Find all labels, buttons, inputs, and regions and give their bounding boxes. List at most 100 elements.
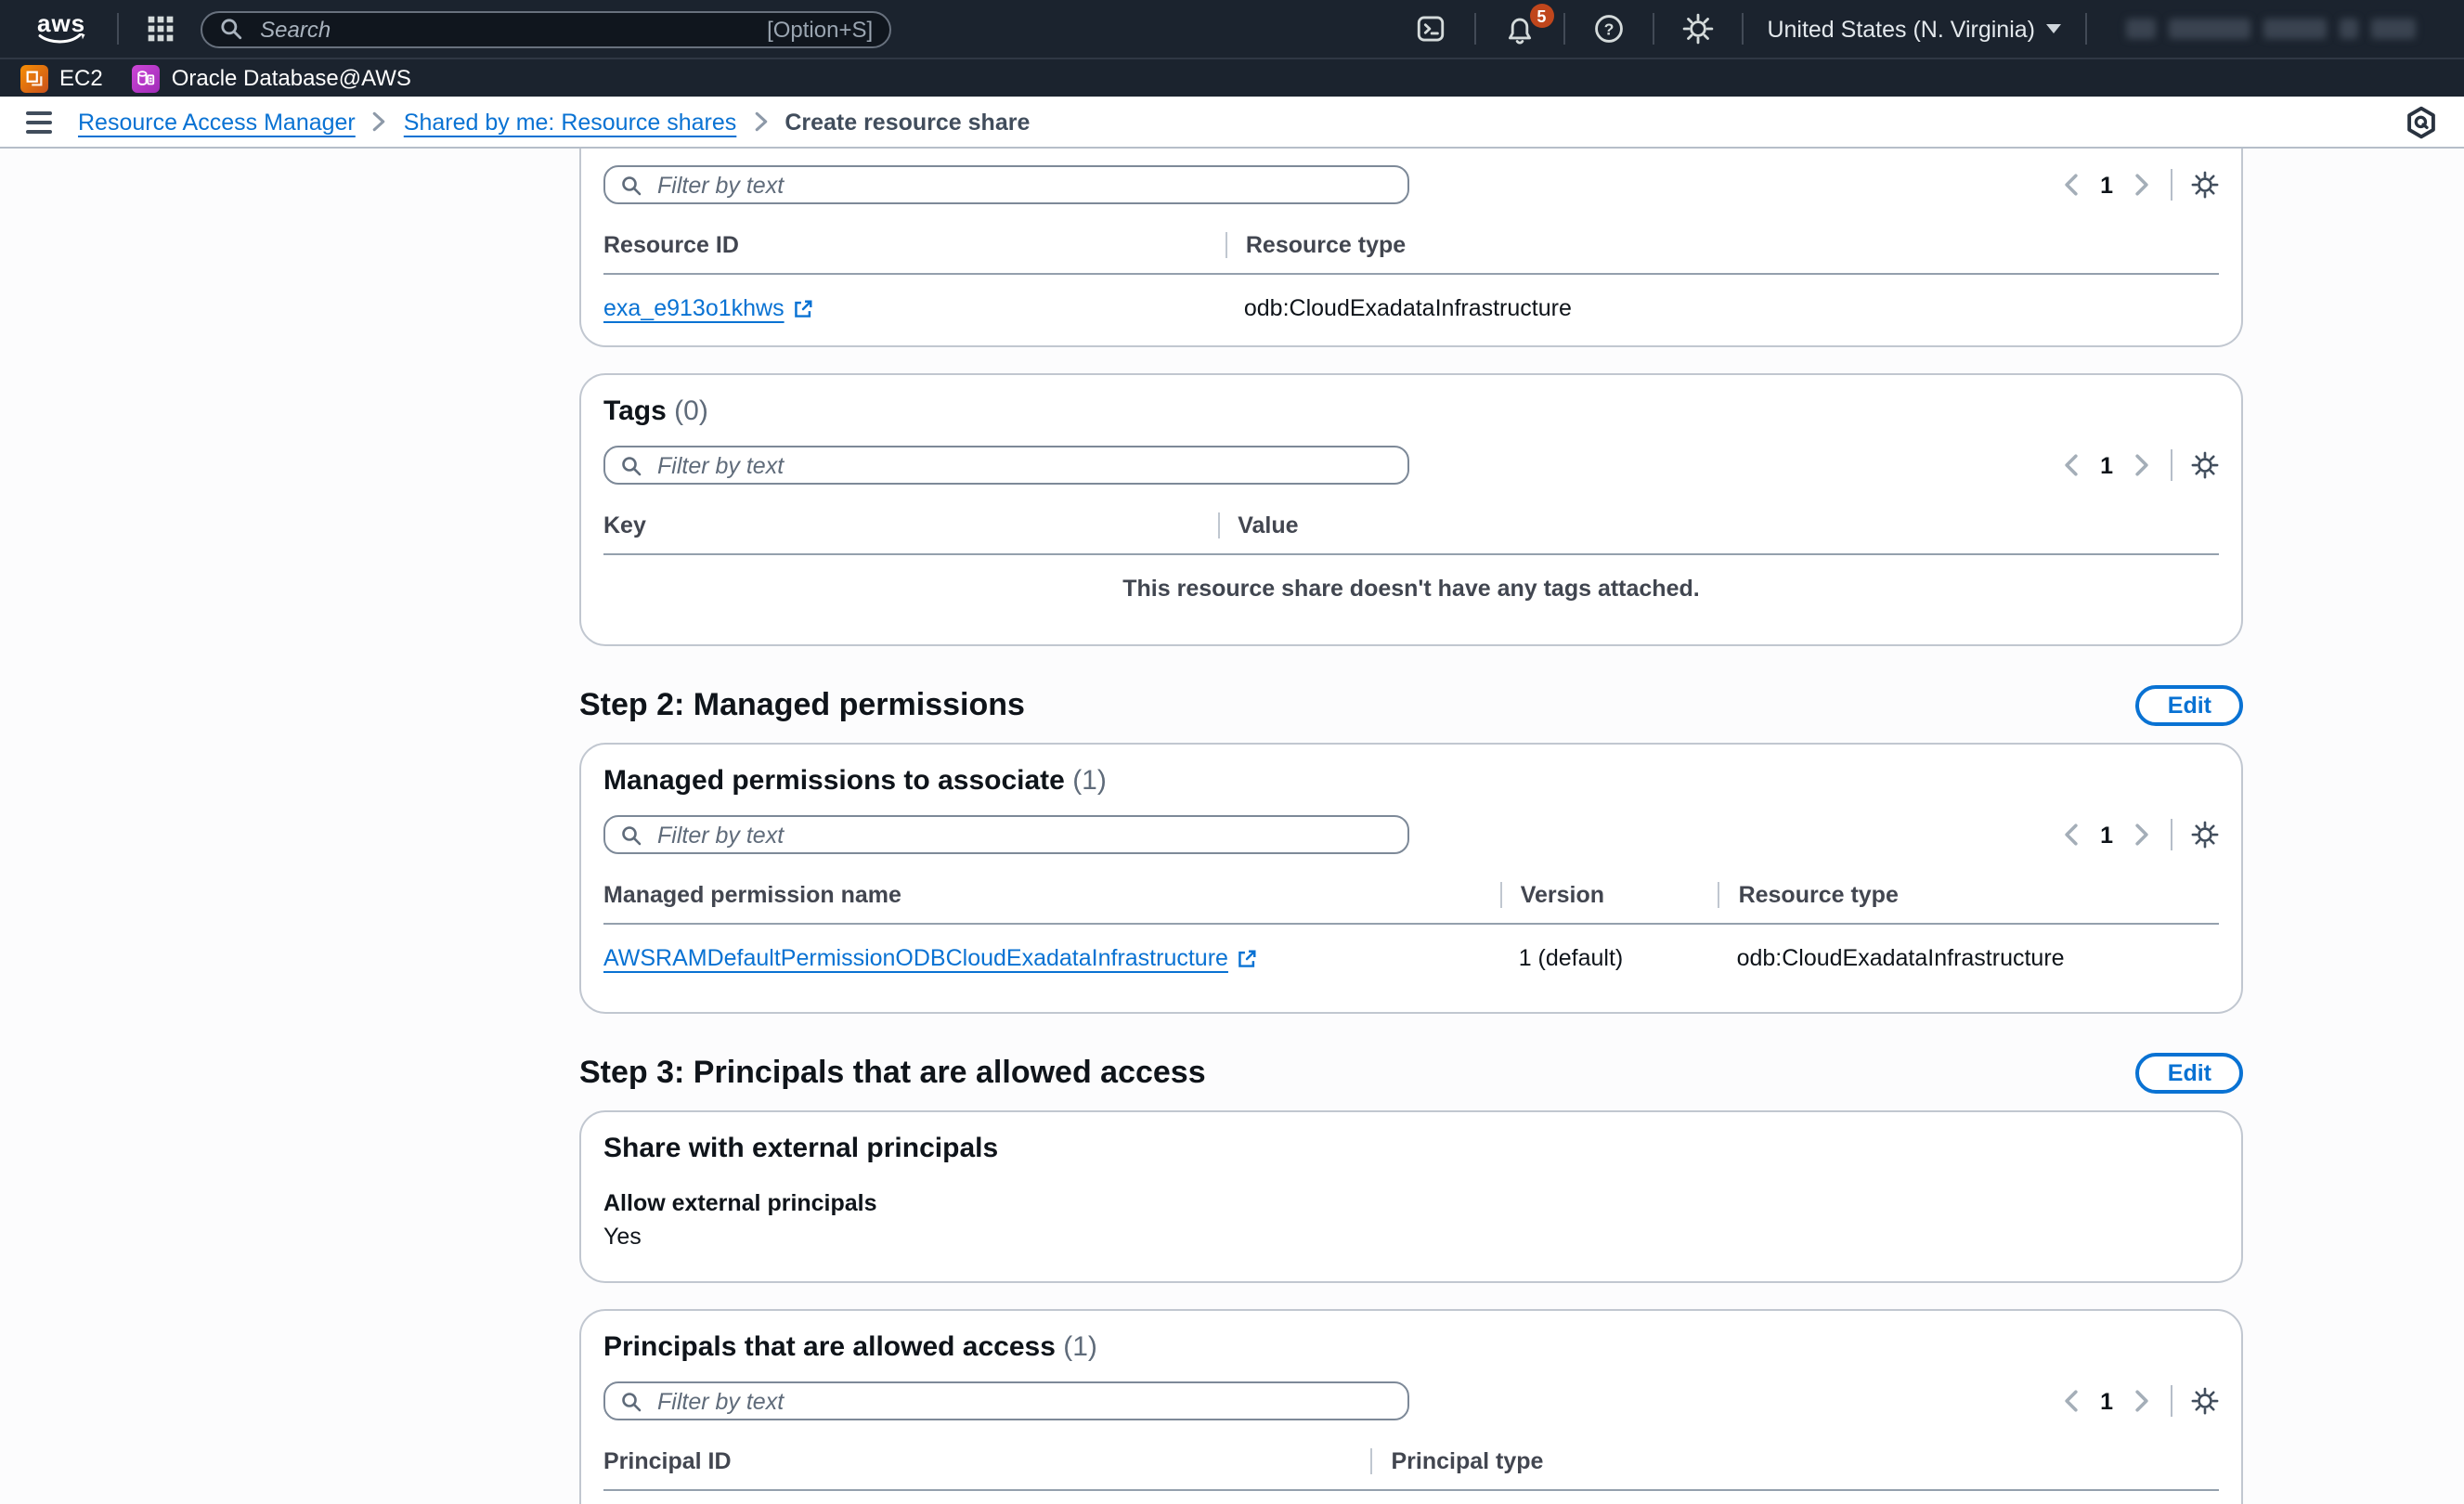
gear-icon — [1681, 13, 1713, 45]
favorite-ec2[interactable]: EC2 — [20, 64, 103, 92]
permissions-filter-input[interactable] — [654, 820, 1393, 849]
page-number[interactable]: 1 — [2100, 452, 2113, 478]
principals-filter-input[interactable] — [654, 1386, 1393, 1416]
resources-filter[interactable] — [603, 165, 1409, 204]
previous-page-button[interactable] — [2061, 173, 2081, 197]
external-principals-title: Share with external principals — [603, 1133, 2219, 1164]
step2-edit-button[interactable]: Edit — [2136, 685, 2243, 726]
page-number[interactable]: 1 — [2100, 172, 2113, 198]
region-selector[interactable]: United States (N. Virginia) — [1759, 16, 2068, 42]
chevron-down-icon — [2046, 24, 2061, 33]
tags-filter-input[interactable] — [654, 450, 1393, 480]
global-search[interactable]: [Option+S] — [201, 10, 891, 47]
resources-pagination: 1 — [2061, 169, 2219, 201]
principals-card: Principals that are allowed access (1) 1 — [579, 1309, 2243, 1504]
table-header-row: Principal ID Principal type — [603, 1437, 2219, 1491]
help-button[interactable]: ? — [1581, 13, 1635, 45]
services-grid-button[interactable] — [136, 15, 186, 43]
page-number[interactable]: 1 — [2100, 1388, 2113, 1414]
allow-external-value: Yes — [603, 1224, 2219, 1257]
resources-table: Resource ID Resource type exa_e913o1khws… — [603, 221, 2219, 345]
managed-permissions-title: Managed permissions to associate (1) — [603, 765, 2219, 797]
breadcrumb-current: Create resource share — [785, 109, 1030, 135]
favorite-label: Oracle Database@AWS — [172, 65, 411, 91]
tags-filter[interactable] — [603, 446, 1409, 485]
search-input[interactable] — [256, 14, 754, 44]
topbar-divider — [2085, 13, 2087, 45]
column-header: Resource type — [1226, 232, 2219, 258]
step2-header: Step 2: Managed permissions Edit — [579, 685, 2243, 726]
external-link-icon — [794, 298, 814, 318]
breadcrumb-link-shared-by-me[interactable]: Shared by me: Resource shares — [404, 109, 737, 135]
cloudshell-terminal-icon — [1414, 13, 1446, 45]
next-page-button[interactable] — [2132, 823, 2152, 847]
managed-permission-link[interactable]: AWSRAMDefaultPermissionODBCloudExadataIn… — [603, 945, 1258, 971]
gear-icon — [2191, 821, 2219, 849]
favorite-label: EC2 — [59, 65, 103, 91]
tags-table: Key Value This resource share doesn't ha… — [603, 501, 2219, 628]
column-header: Resource ID — [603, 232, 1226, 258]
favorite-oracle-database[interactable]: Oracle Database@AWS — [133, 64, 411, 92]
chevron-right-icon — [372, 111, 387, 132]
tags-card: Tags (0) 1 Key — [579, 373, 2243, 646]
principals-pagination: 1 — [2061, 1385, 2219, 1417]
principals-table: Principal ID Principal type 123456790123… — [603, 1437, 2219, 1504]
pager-divider — [2171, 449, 2172, 481]
notification-badge: 5 — [1529, 4, 1553, 28]
column-header: Resource type — [1718, 882, 2219, 908]
table-preferences-button[interactable] — [2191, 1387, 2219, 1415]
settings-button[interactable] — [1670, 13, 1724, 45]
topbar-divider — [1563, 13, 1564, 45]
page-number[interactable]: 1 — [2100, 822, 2113, 848]
grid-icon — [147, 15, 175, 43]
resource-id-link[interactable]: exa_e913o1khws — [603, 295, 814, 321]
side-navigation-toggle[interactable] — [26, 110, 52, 133]
step3-edit-button[interactable]: Edit — [2136, 1053, 2243, 1094]
search-icon — [219, 17, 243, 41]
search-icon — [620, 1390, 642, 1412]
column-header: Principal type — [1371, 1448, 2220, 1474]
amazon-q-button[interactable] — [2405, 105, 2438, 138]
search-icon — [620, 454, 642, 476]
managed-permissions-card: Managed permissions to associate (1) 1 — [579, 743, 2243, 1014]
aws-logo[interactable]: aws — [37, 12, 85, 45]
next-page-button[interactable] — [2132, 173, 2152, 197]
table-row: 123456790123 AWS account — [603, 1491, 2219, 1504]
permission-version-cell: 1 (default) — [1500, 945, 1718, 971]
shared-resources-card: 1 Resource ID Resource type exa_e913o1kh… — [579, 149, 2243, 347]
resources-filter-input[interactable] — [654, 170, 1393, 200]
external-principals-card: Share with external principals Allow ext… — [579, 1110, 2243, 1283]
permissions-pagination: 1 — [2061, 819, 2219, 850]
main-content: 1 Resource ID Resource type exa_e913o1kh… — [0, 149, 2464, 1504]
breadcrumb: Resource Access Manager Shared by me: Re… — [78, 109, 1030, 135]
gear-icon — [2191, 451, 2219, 479]
previous-page-button[interactable] — [2061, 453, 2081, 477]
notifications-button[interactable]: 5 — [1492, 13, 1546, 45]
permissions-filter[interactable] — [603, 815, 1409, 854]
tags-pagination: 1 — [2061, 449, 2219, 481]
tags-count: (0) — [674, 395, 708, 427]
top-navigation-bar: aws [Option+S] 5 ? — [0, 0, 2464, 58]
account-menu-redacted[interactable] — [2126, 19, 2416, 39]
topbar-divider — [1652, 13, 1653, 45]
column-header: Version — [1500, 882, 1718, 908]
column-header: Managed permission name — [603, 882, 1500, 908]
gear-icon — [2191, 171, 2219, 199]
next-page-button[interactable] — [2132, 453, 2152, 477]
external-link-icon — [1238, 948, 1258, 968]
cloudshell-button[interactable] — [1403, 13, 1457, 45]
table-preferences-button[interactable] — [2191, 451, 2219, 479]
column-header: Value — [1217, 512, 2219, 538]
next-page-button[interactable] — [2132, 1389, 2152, 1413]
step3-header: Step 3: Principals that are allowed acce… — [579, 1053, 2243, 1094]
table-preferences-button[interactable] — [2191, 821, 2219, 849]
previous-page-button[interactable] — [2061, 823, 2081, 847]
previous-page-button[interactable] — [2061, 1389, 2081, 1413]
aws-logo-text: aws — [37, 12, 85, 32]
search-shortcut: [Option+S] — [767, 16, 873, 42]
principals-filter[interactable] — [603, 1381, 1409, 1420]
breadcrumb-link-ram[interactable]: Resource Access Manager — [78, 109, 356, 135]
table-header-row: Key Value — [603, 501, 2219, 555]
favorites-bar: EC2 Oracle Database@AWS — [0, 58, 2464, 97]
table-preferences-button[interactable] — [2191, 171, 2219, 199]
